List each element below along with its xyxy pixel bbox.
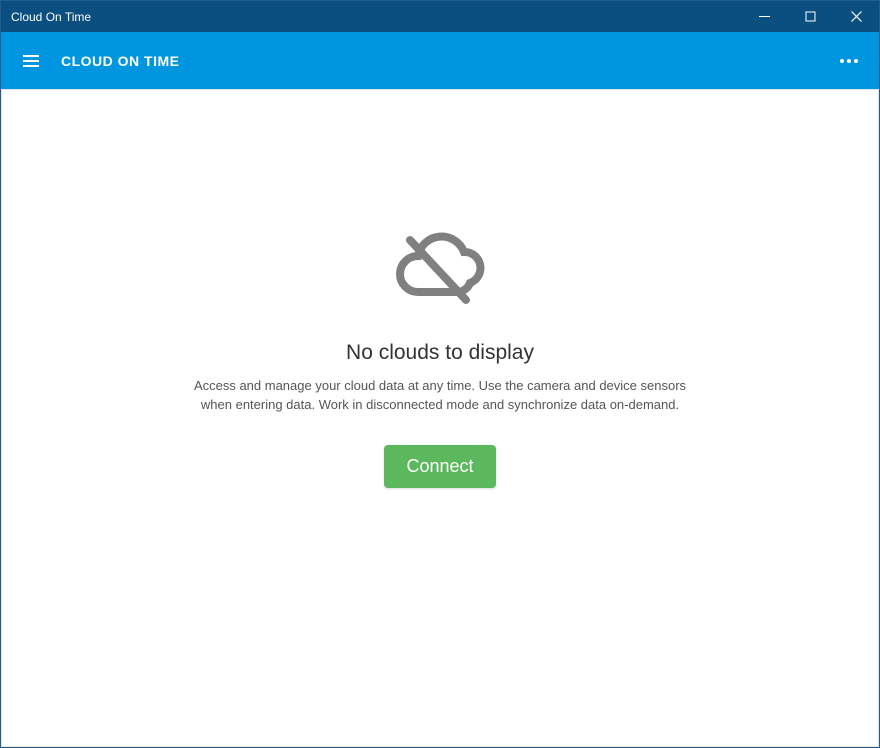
empty-state-heading: No clouds to display: [346, 341, 534, 365]
cloud-off-icon: [390, 230, 490, 313]
more-horizontal-icon: [838, 50, 860, 72]
menu-button[interactable]: [13, 43, 49, 79]
window-titlebar: Cloud On Time: [1, 1, 879, 32]
window-title: Cloud On Time: [11, 10, 741, 24]
minimize-icon: [759, 11, 770, 22]
close-icon: [851, 11, 862, 22]
app-toolbar: CLOUD ON TIME: [1, 32, 879, 89]
minimize-button[interactable]: [741, 1, 787, 32]
app-title: CLOUD ON TIME: [61, 53, 831, 69]
connect-button[interactable]: Connect: [384, 445, 495, 488]
hamburger-icon: [21, 51, 41, 71]
more-options-button[interactable]: [831, 43, 867, 79]
app-window: Cloud On Time CLOUD ON TIME: [0, 0, 880, 748]
empty-state-description: Access and manage your cloud data at any…: [180, 377, 700, 415]
main-content: No clouds to display Access and manage y…: [1, 89, 879, 747]
maximize-icon: [805, 11, 816, 22]
window-controls: [741, 1, 879, 32]
maximize-button[interactable]: [787, 1, 833, 32]
close-button[interactable]: [833, 1, 879, 32]
